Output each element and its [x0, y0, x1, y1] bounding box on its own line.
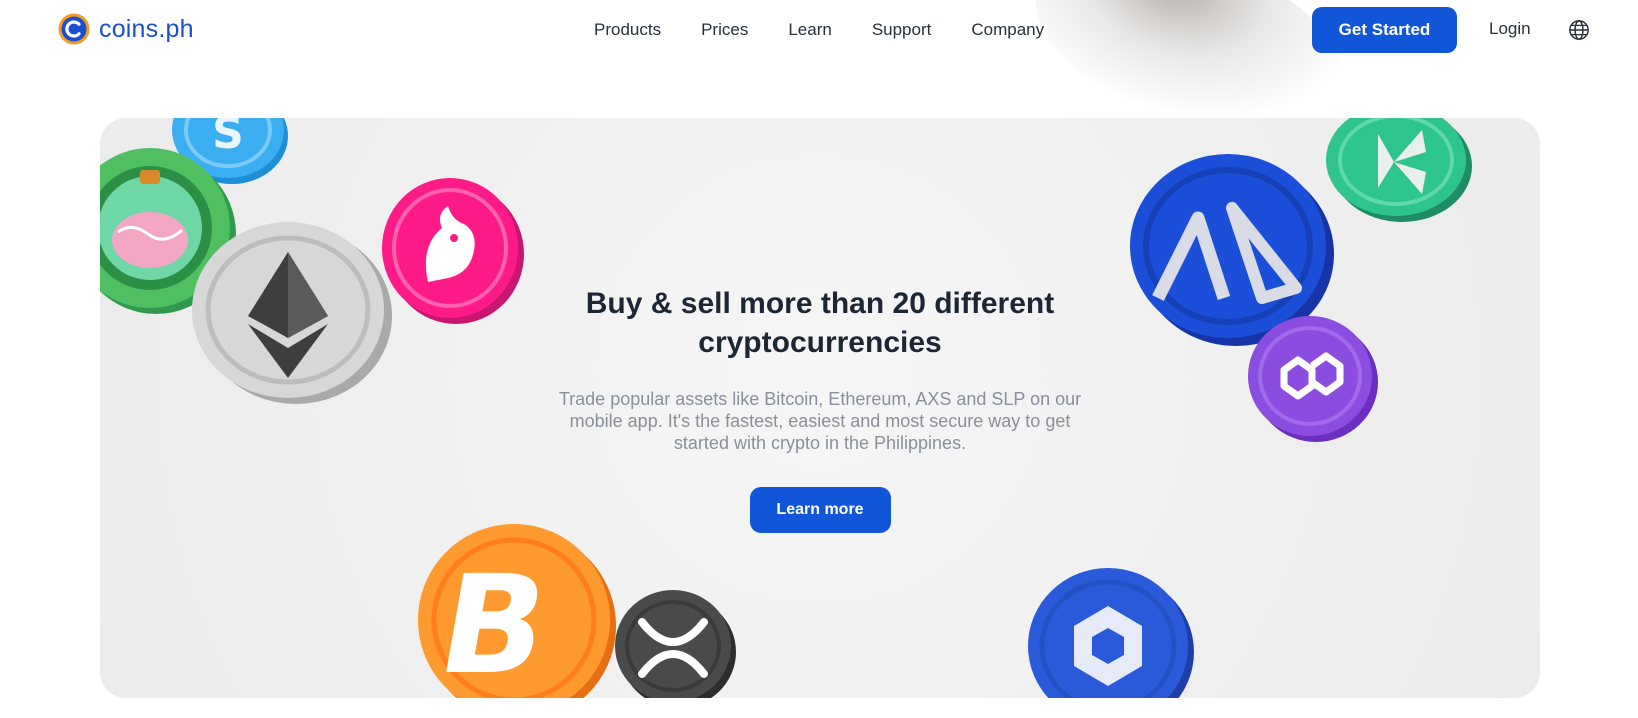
hero-card: S B Buy & sell more than 20 different cr…: [100, 118, 1540, 698]
chainlink-coin: [1028, 568, 1194, 698]
xrp-coin: [615, 590, 736, 698]
nav-item-prices[interactable]: Prices: [701, 19, 748, 41]
nav-item-products[interactable]: Products: [594, 19, 661, 41]
hero-description: Trade popular assets like Bitcoin, Ether…: [558, 389, 1082, 453]
learn-more-button[interactable]: Learn more: [749, 487, 891, 533]
hero-title: Buy & sell more than 20 different crypto…: [585, 287, 1055, 359]
login-link[interactable]: Login: [1489, 19, 1531, 39]
brand-logo[interactable]: coins.ph: [58, 13, 194, 45]
nav-item-learn[interactable]: Learn: [788, 19, 831, 41]
nav-item-company[interactable]: Company: [971, 19, 1044, 41]
ethereum-coin: [192, 222, 392, 404]
main-nav: Products Prices Learn Support Company: [594, 19, 1084, 41]
get-started-button[interactable]: Get Started: [1312, 7, 1457, 53]
kyber-coin: [1326, 118, 1472, 222]
brand-name: coins.ph: [99, 14, 194, 43]
hero-content: Buy & sell more than 20 different crypto…: [520, 284, 1120, 533]
bitcoin-coin: B: [418, 524, 616, 698]
nav-item-support[interactable]: Support: [872, 19, 932, 41]
coins-ph-logo-icon: [58, 13, 90, 45]
site-header: coins.ph Products Prices Learn Support C…: [0, 0, 1638, 166]
polygon-coin: [1248, 316, 1378, 442]
globe-icon[interactable]: [1568, 19, 1590, 41]
uniswap-coin: [382, 178, 524, 324]
